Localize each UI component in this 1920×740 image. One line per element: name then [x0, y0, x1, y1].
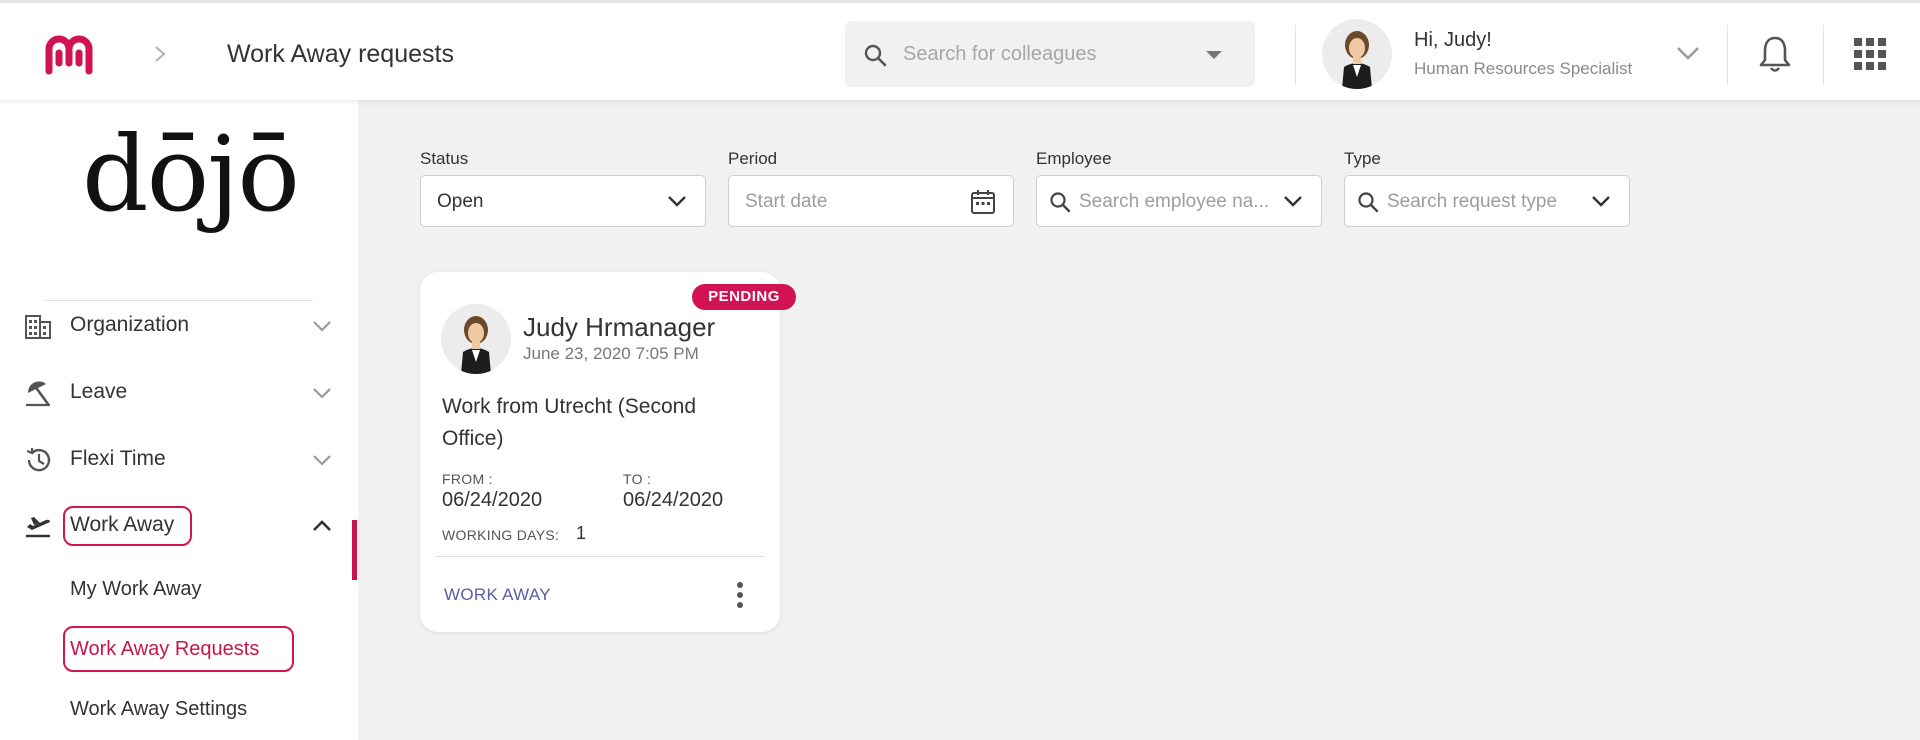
colleague-search-input[interactable] — [903, 21, 1193, 87]
sidebar-item-leave[interactable]: Leave — [0, 365, 358, 421]
request-type-link[interactable]: WORK AWAY — [444, 585, 551, 605]
dojo-logo-icon[interactable] — [43, 33, 103, 75]
period-filter-label: Period — [728, 149, 778, 168]
period-filter-placeholder: Start date — [745, 191, 828, 212]
plane-departure-icon — [26, 517, 50, 538]
breadcrumb-chevron-icon — [155, 46, 166, 62]
request-created-date: June 23, 2020 7:05 PM — [523, 344, 699, 363]
request-title: Work from Utrecht (Second Office) — [442, 395, 697, 450]
header-divider — [1727, 25, 1728, 85]
employee-filter-label: Employee — [1036, 149, 1112, 168]
highlight-work-away-requests — [63, 626, 294, 672]
requester-name: Judy Hrmanager — [523, 312, 716, 342]
requester-avatar-icon — [461, 316, 491, 374]
type-filter-label: Type — [1344, 149, 1381, 168]
sidebar-item-organization[interactable]: Organization — [0, 298, 358, 354]
building-icon — [25, 315, 51, 339]
type-filter-placeholder: Search request type — [1387, 191, 1558, 212]
status-filter-select[interactable]: Open — [420, 175, 706, 227]
requester-avatar — [441, 304, 511, 374]
sub-item-my-work-away[interactable]: My Work Away — [70, 578, 202, 601]
user-avatar-icon — [1342, 31, 1372, 89]
sidebar: dōjō Organization Leave Flexi Time Work … — [0, 100, 358, 740]
chevron-down-icon — [1592, 196, 1610, 207]
user-greeting[interactable]: Hi, Judy! — [1414, 29, 1492, 52]
sidebar-item-flexi-time[interactable]: Flexi Time — [0, 432, 358, 488]
status-filter-value: Open — [437, 191, 484, 212]
header-divider — [1295, 25, 1296, 85]
search-icon — [1358, 192, 1379, 213]
umbrella-icon — [26, 381, 50, 407]
page-title: Work Away requests — [227, 40, 454, 68]
to-label: TO : — [623, 471, 652, 487]
status-filter-label: Status — [420, 149, 469, 168]
chevron-down-icon — [1284, 196, 1302, 207]
from-date: 06/24/2020 — [442, 489, 543, 511]
header-divider — [1823, 25, 1824, 85]
employee-filter-select[interactable]: Search employee na... — [1036, 175, 1322, 227]
status-badge: PENDING — [692, 284, 796, 310]
search-icon — [1050, 192, 1071, 213]
from-label: FROM : — [442, 471, 493, 487]
history-icon — [26, 448, 51, 472]
active-indicator — [352, 520, 357, 580]
working-days-label: WORKING DAYS: — [442, 527, 560, 543]
period-filter-input[interactable]: Start date — [728, 175, 1014, 227]
calendar-icon[interactable] — [969, 188, 997, 216]
sub-item-work-away-settings[interactable]: Work Away Settings — [70, 698, 247, 721]
more-vertical-icon[interactable] — [732, 580, 748, 610]
chevron-down-icon — [313, 455, 331, 466]
top-bar: Work Away requests Hi, Judy! Human Resou… — [0, 0, 1920, 100]
highlight-work-away — [63, 506, 192, 546]
to-date: 06/24/2020 — [623, 489, 724, 511]
chevron-down-icon — [313, 388, 331, 399]
user-avatar[interactable] — [1322, 19, 1392, 89]
employee-filter-placeholder: Search employee na... — [1079, 191, 1270, 212]
chevron-down-icon — [313, 321, 331, 332]
search-icon — [864, 44, 887, 67]
chevron-up-icon — [313, 520, 331, 531]
user-role: Human Resources Specialist — [1414, 59, 1633, 78]
working-days-value: 1 — [576, 523, 587, 543]
sidebar-item-label: Flexi Time — [70, 447, 166, 470]
sidebar-item-label: Leave — [70, 380, 128, 403]
user-menu-chevron-icon[interactable] — [1676, 45, 1700, 61]
sidebar-item-label: Organization — [70, 313, 190, 336]
brand-logo[interactable]: dōjō — [82, 122, 300, 226]
chevron-down-icon — [668, 196, 686, 207]
apps-grid-icon[interactable] — [1854, 38, 1886, 70]
type-filter-select[interactable]: Search request type — [1344, 175, 1630, 227]
bell-icon[interactable] — [1758, 35, 1792, 73]
colleague-search[interactable] — [845, 21, 1255, 87]
caret-down-icon[interactable] — [1205, 50, 1223, 60]
card-divider — [435, 556, 765, 557]
